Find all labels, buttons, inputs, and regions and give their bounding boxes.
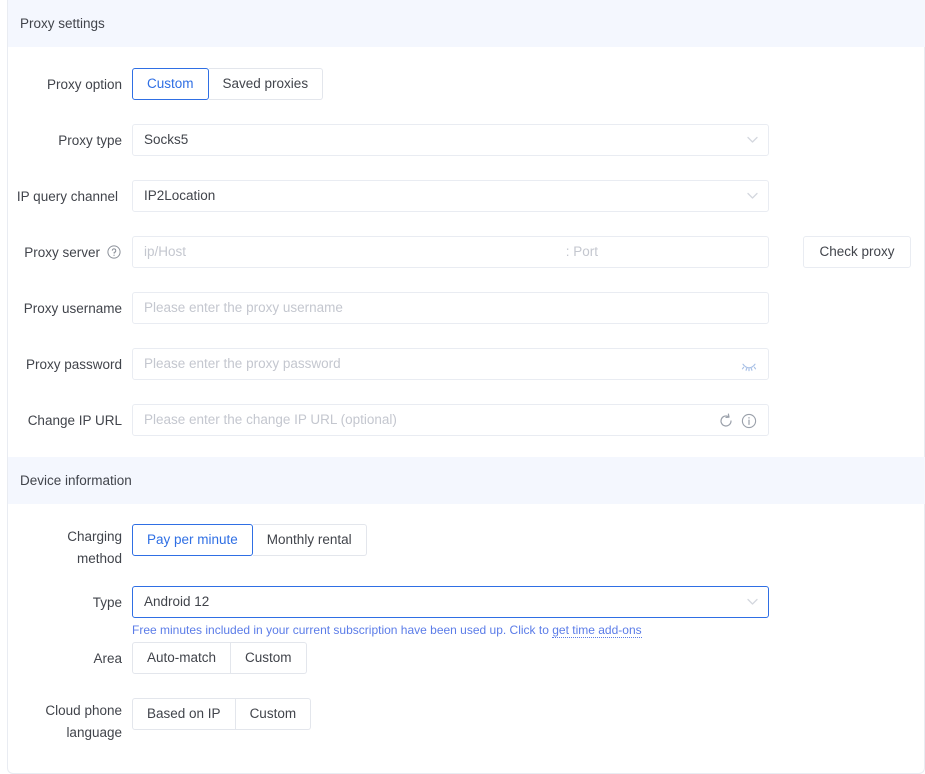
proxy-username-placeholder: Please enter the proxy username — [144, 300, 343, 315]
label-charging-method-line2: method — [76, 551, 122, 566]
segmented-charging-method: Pay per minute Monthly rental — [132, 524, 367, 556]
type-hint-message: Free minutes included in your current su… — [132, 623, 553, 637]
type-select[interactable]: Android 12 — [132, 586, 769, 618]
charging-method-monthly-rental[interactable]: Monthly rental — [252, 524, 367, 556]
eye-off-icon[interactable] — [741, 357, 757, 373]
label-proxy-username: Proxy username — [23, 301, 122, 316]
type-value: Android 12 — [144, 594, 210, 609]
chevron-down-icon — [747, 598, 758, 606]
area-auto-match[interactable]: Auto-match — [132, 642, 232, 674]
label-charging-method-line1: Charging — [67, 529, 122, 544]
label-cloud-phone-language: Cloud phone language — [8, 700, 122, 744]
label-proxy-option: Proxy option — [46, 77, 122, 92]
label-ip-query-channel: IP query channel — [16, 189, 118, 204]
label-proxy-type: Proxy type — [58, 133, 122, 148]
question-circle-icon[interactable] — [107, 245, 121, 259]
settings-panel: Proxy settings Proxy option Custom Saved… — [7, 0, 925, 774]
label-type: Type — [92, 595, 122, 610]
ip-query-channel-select[interactable]: IP2Location — [132, 180, 769, 212]
cloud-phone-language-based-on-ip[interactable]: Based on IP — [132, 698, 236, 730]
segmented-cloud-phone-language: Based on IP Custom — [132, 698, 312, 730]
ip-query-channel-value: IP2Location — [144, 188, 216, 203]
segmented-area: Auto-match Custom — [132, 642, 307, 674]
cloud-phone-language-custom[interactable]: Custom — [235, 698, 312, 730]
proxy-password-input[interactable]: Please enter the proxy password — [132, 348, 769, 380]
label-area: Area — [93, 651, 122, 666]
proxy-type-value: Socks5 — [144, 132, 189, 147]
proxy-server-port-placeholder: : Port — [565, 244, 598, 259]
label-cloud-phone-language-line2: language — [66, 725, 122, 740]
change-ip-url-placeholder: Please enter the change IP URL (optional… — [144, 412, 397, 427]
check-proxy-button[interactable]: Check proxy — [803, 236, 911, 268]
proxy-option-saved-proxies[interactable]: Saved proxies — [208, 68, 324, 100]
charging-method-pay-per-minute[interactable]: Pay per minute — [132, 524, 253, 556]
proxy-server-input[interactable]: ip/Host : Port — [132, 236, 769, 268]
type-hint-text: Free minutes included in your current su… — [132, 622, 642, 638]
area-custom[interactable]: Custom — [231, 642, 307, 674]
proxy-option-custom[interactable]: Custom — [132, 68, 209, 100]
get-time-add-ons-link[interactable]: get time add-ons — [552, 623, 642, 638]
section-header-proxy-settings: Proxy settings — [8, 0, 925, 47]
section-title-device-information: Device information — [20, 473, 132, 488]
segmented-proxy-option: Custom Saved proxies — [132, 68, 324, 100]
proxy-username-input[interactable]: Please enter the proxy username — [132, 292, 769, 324]
label-proxy-server: Proxy server — [24, 245, 100, 260]
label-charging-method: Charging method — [8, 526, 122, 570]
proxy-server-host-placeholder: ip/Host — [144, 244, 187, 259]
chevron-down-icon — [747, 136, 758, 144]
label-proxy-password: Proxy password — [25, 357, 122, 372]
change-ip-url-input[interactable]: Please enter the change IP URL (optional… — [132, 404, 769, 436]
chevron-down-icon — [747, 192, 758, 200]
label-change-ip-url: Change IP URL — [27, 413, 122, 428]
proxy-type-select[interactable]: Socks5 — [132, 124, 769, 156]
section-title-proxy-settings: Proxy settings — [20, 16, 105, 31]
info-circle-icon[interactable] — [741, 413, 757, 429]
refresh-icon[interactable] — [718, 413, 734, 429]
section-header-device-information: Device information — [8, 457, 925, 504]
proxy-password-placeholder: Please enter the proxy password — [144, 356, 341, 371]
label-cloud-phone-language-line1: Cloud phone — [45, 703, 122, 718]
